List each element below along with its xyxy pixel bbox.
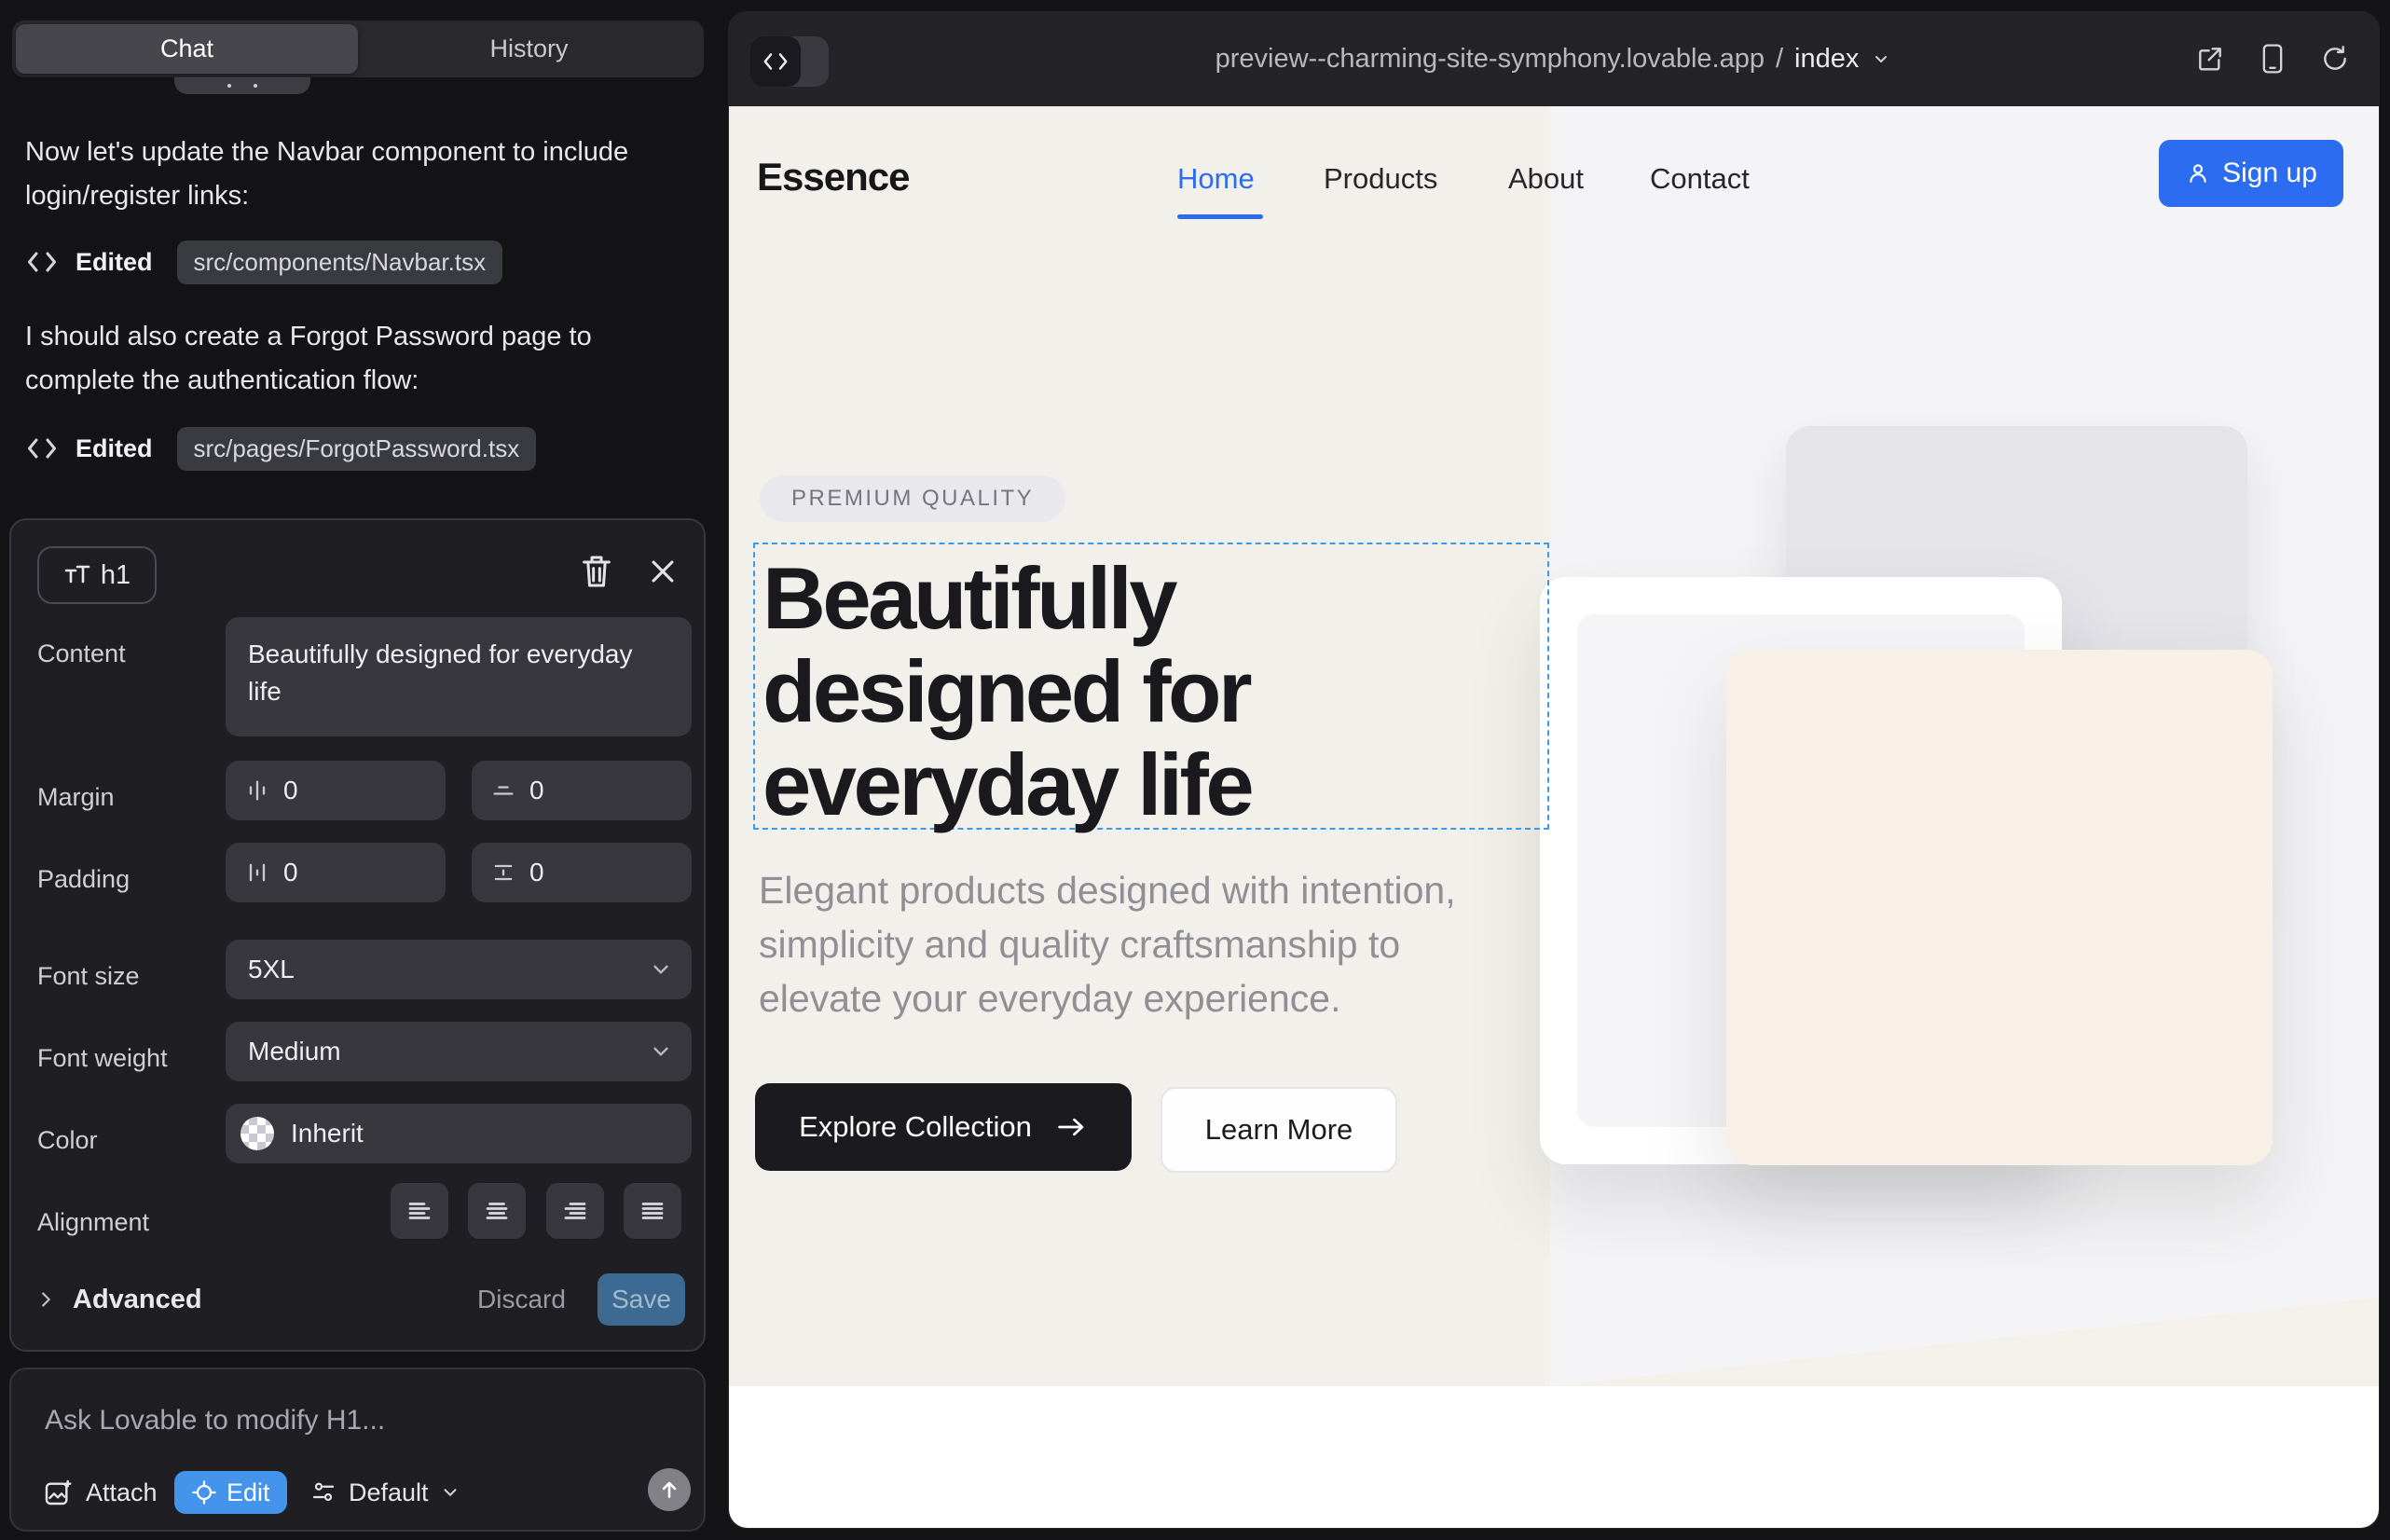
chat-message: I should also create a Forgot Password p…	[25, 315, 678, 403]
hero-section: Essence Home Products About Contact Sign…	[729, 106, 2379, 1386]
nav-link-products[interactable]: Products	[1324, 162, 1437, 196]
explore-collection-button[interactable]: Explore Collection	[755, 1083, 1132, 1171]
color-picker-field[interactable]: Inherit	[226, 1104, 692, 1163]
user-icon	[2185, 160, 2211, 186]
element-tag-pill[interactable]: h1	[37, 546, 157, 604]
url-page: index	[1794, 44, 1859, 75]
edited-file-chip[interactable]: src/components/Navbar.tsx	[177, 241, 503, 284]
chevron-down-icon	[1870, 48, 1892, 70]
attach-button[interactable]: Attach	[43, 1471, 158, 1514]
sliders-icon	[309, 1478, 337, 1506]
typography-icon	[63, 562, 91, 588]
chat-composer[interactable]: Ask Lovable to modify H1... Attach Edit …	[9, 1368, 706, 1532]
code-icon	[25, 434, 59, 462]
arrow-up-icon	[657, 1478, 681, 1502]
margin-vertical-icon	[490, 777, 516, 804]
padding-y-input[interactable]: 0	[472, 843, 692, 902]
learn-more-button[interactable]: Learn More	[1161, 1087, 1397, 1173]
tab-history[interactable]: History	[358, 24, 700, 74]
font-weight-select[interactable]: Medium	[226, 1022, 692, 1081]
chevron-down-icon	[440, 1482, 460, 1503]
color-label: Color	[37, 1126, 98, 1155]
send-button[interactable]	[648, 1468, 691, 1511]
code-icon	[25, 248, 59, 276]
align-center-button[interactable]	[468, 1183, 526, 1239]
save-button[interactable]: Save	[598, 1273, 685, 1326]
nav-active-underline	[1177, 214, 1263, 219]
margin-horizontal-icon	[244, 777, 270, 804]
nav-link-home[interactable]: Home	[1177, 162, 1255, 196]
premium-quality-badge: PREMIUM QUALITY	[760, 475, 1065, 522]
chat-history-tabbar: Chat History	[12, 21, 704, 77]
alignment-label: Alignment	[37, 1208, 149, 1237]
hero-paragraph: Elegant products designed with intention…	[759, 863, 1542, 1025]
mobile-view-icon[interactable]	[2259, 43, 2287, 75]
sign-up-button[interactable]: Sign up	[2159, 140, 2343, 207]
edit-mode-button[interactable]: Edit	[174, 1471, 287, 1514]
nav-link-contact[interactable]: Contact	[1650, 162, 1750, 196]
padding-vertical-icon	[490, 859, 516, 886]
url-bar[interactable]: preview--charming-site-symphony.lovable.…	[728, 11, 2380, 106]
chat-message: Now let's update the Navbar component to…	[25, 131, 678, 218]
chevron-down-icon	[649, 1039, 673, 1064]
refresh-icon[interactable]	[2320, 44, 2350, 74]
margin-x-input[interactable]: 0	[226, 761, 446, 820]
edited-label: Edited	[76, 248, 153, 277]
hero-heading[interactable]: Beautifully designed for everyday life	[762, 552, 1251, 832]
padding-horizontal-icon	[244, 859, 270, 886]
padding-label: Padding	[37, 865, 130, 894]
delete-element-button[interactable]	[578, 551, 615, 592]
font-size-label: Font size	[37, 962, 140, 991]
align-justify-button[interactable]	[624, 1183, 681, 1239]
element-tag-label: h1	[101, 560, 130, 591]
app-window: Chat History Now let's update the Navbar…	[0, 0, 2390, 1540]
nav-link-about[interactable]: About	[1508, 162, 1584, 196]
attach-image-icon	[43, 1478, 73, 1507]
discard-button[interactable]: Discard	[477, 1273, 566, 1326]
font-weight-label: Font weight	[37, 1044, 168, 1073]
element-editor-panel: h1 Content Beautifully designed for ever…	[9, 518, 706, 1352]
font-size-select[interactable]: 5XL	[226, 940, 692, 999]
site-viewport: Essence Home Products About Contact Sign…	[729, 106, 2379, 1528]
align-left-button[interactable]	[391, 1183, 448, 1239]
composer-input[interactable]: Ask Lovable to modify H1...	[45, 1405, 385, 1437]
preview-browser-frame: preview--charming-site-symphony.lovable.…	[728, 11, 2380, 1529]
url-separator: /	[1776, 44, 1783, 75]
padding-x-input[interactable]: 0	[226, 843, 446, 902]
advanced-toggle[interactable]: Advanced	[35, 1273, 202, 1326]
margin-y-input[interactable]: 0	[472, 761, 692, 820]
hero-card-cream	[1726, 650, 2273, 1165]
open-external-icon[interactable]	[2195, 44, 2225, 74]
site-logo[interactable]: Essence	[757, 155, 909, 199]
margin-label: Margin	[37, 783, 115, 812]
align-right-button[interactable]	[546, 1183, 604, 1239]
arrow-right-icon	[1056, 1115, 1088, 1139]
tab-chat[interactable]: Chat	[16, 24, 358, 74]
chevron-down-icon	[649, 957, 673, 982]
browser-chrome-bar: preview--charming-site-symphony.lovable.…	[728, 11, 2380, 106]
scrolled-pill	[174, 77, 310, 94]
content-label: Content	[37, 639, 126, 668]
edited-file-row[interactable]: Edited src/pages/ForgotPassword.tsx	[25, 427, 536, 470]
edited-label: Edited	[76, 434, 153, 463]
transparent-color-swatch	[240, 1117, 274, 1150]
content-input[interactable]: Beautifully designed for everyday life	[226, 617, 692, 736]
target-icon	[191, 1479, 217, 1506]
mode-selector[interactable]: Default	[309, 1471, 460, 1514]
close-icon[interactable]	[647, 556, 679, 587]
edited-file-row[interactable]: Edited src/components/Navbar.tsx	[25, 241, 502, 283]
url-host: preview--charming-site-symphony.lovable.…	[1216, 44, 1765, 75]
edited-file-chip[interactable]: src/pages/ForgotPassword.tsx	[177, 427, 537, 471]
